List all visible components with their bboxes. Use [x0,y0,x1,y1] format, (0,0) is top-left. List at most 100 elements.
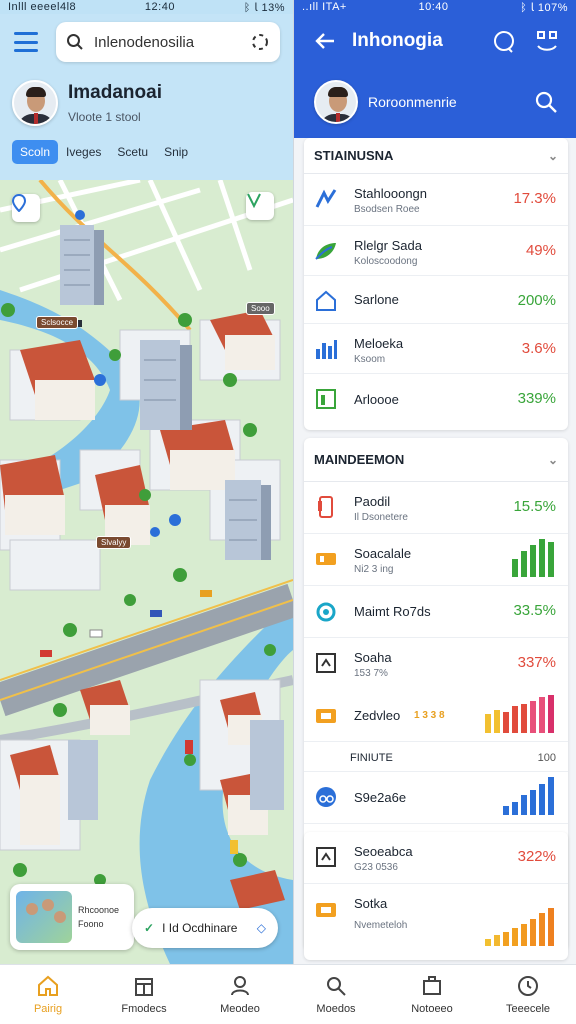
chip-2[interactable]: Scetu [109,140,156,164]
row-title: Stahlooongn [354,186,428,201]
bicycle-icon [316,787,336,807]
summary-card: Seoeabca G23 0536 322% Sotka Nvemeteloh [304,832,568,960]
status-bar-right: ..ıll ITA+ 10:40 ᛒ 𝗅 107% [294,0,576,14]
list-item[interactable]: Maimt Ro7ds 33.5% [304,586,568,638]
dashboard-body: STIAINUSNA ⌄ Stahlooongn Bsodsen Roee 17… [294,138,576,964]
nav-label: Pairig [33,1002,63,1015]
account-name: Roroonmenrie [368,94,457,110]
list-item[interactable]: Stahlooongn Bsodsen Roee 17.3% [304,174,568,226]
search-text: Inlenodenosilia [94,33,195,51]
menu-icon[interactable] [14,32,38,52]
stats-card: STIAINUSNA ⌄ Stahlooongn Bsodsen Roee 17… [304,138,568,430]
row-title: Soaha [354,650,392,665]
map-header: Inlenodenosilia Imadanoai Vloote 1 stool… [0,14,293,180]
list-item[interactable]: Soaha 153 7% 337% [304,638,568,690]
list-item[interactable]: Soacalale Ni2 3 ing [304,534,568,586]
mini-bar-chart [485,908,554,946]
search-input[interactable]: Inlenodenosilia [56,22,280,62]
profile-subtitle: Vloote 1 stool [68,110,141,124]
chart-bar [512,802,518,815]
home-icon [38,975,58,996]
chart-bar [503,806,509,815]
chart-bar [521,551,527,577]
box-icon [316,847,336,867]
row-value: 49% [525,242,556,259]
chip-0[interactable]: Scoln [12,140,59,164]
row-value: 17.3% [513,190,556,207]
location-pill[interactable]: ✓ I Id Ocdhinare ◇ [132,908,278,948]
chevron-down-icon[interactable]: ⌄ [548,453,558,467]
map-pin-button[interactable] [12,194,40,222]
chip-3[interactable]: Snip [156,140,196,164]
row-subtitle: 153 7% [354,668,388,679]
section-header[interactable]: STIAINUSNA ⌄ [304,138,568,174]
subsection-title: FINIUTE [350,752,393,764]
list-item[interactable]: S9e2a6e [304,772,568,824]
person-icon [231,975,249,995]
list-item[interactable]: Paodil Il Dsonetere 15.5% [304,482,568,534]
city-map[interactable]: Sclsocce Sooo Slvalyy Rhcoonoe Foono ✓ I… [0,180,293,964]
chart-bar [485,939,491,946]
folder-icon [316,903,336,917]
list-item[interactable]: Sarlone 200% [304,276,568,324]
chart-bar [539,913,545,946]
search-icon[interactable] [534,90,558,114]
nav-label: Moedos [316,1002,356,1015]
nav-item-briefcase[interactable]: Notoeeo [384,965,480,1024]
chart-bar [512,559,518,577]
chevron-down-icon[interactable]: ⌄ [548,149,558,163]
chart-bar [539,697,545,733]
back-arrow-icon[interactable] [314,30,336,52]
list-item[interactable]: Seoeabca G23 0536 322% [304,832,568,884]
row-value: 200% [517,292,556,309]
nav-item-calendar[interactable]: Fmodecs [96,965,192,1024]
row-title: Meloeka [354,336,404,351]
row-subtitle: Nvemeteloh [354,920,408,931]
list-item[interactable]: Rlelgr Sada Koloscoodong 49% [304,226,568,276]
row-title: Soacalale [354,546,412,561]
chart-icon [315,189,337,208]
chart-bar [539,539,545,577]
row-value: 15.5% [513,498,556,515]
row-title: Sarlone [354,292,399,307]
direction-button[interactable] [246,192,274,220]
chart-bar [485,714,491,733]
row-title: Arloooe [354,392,399,407]
mini-bar-chart [503,777,554,815]
nav-label: Fmodecs [121,1002,167,1015]
home-outline-icon [316,290,336,311]
briefcase-icon [423,975,441,995]
nav-item-search[interactable]: Moedos [288,965,384,1024]
search-icon [67,34,83,50]
account-avatar[interactable] [314,80,358,124]
chart-bar [521,795,527,815]
nav-item-home[interactable]: Pairig [0,965,96,1024]
battery-text-right: ᛒ 𝗅 107% [520,1,568,14]
list-item[interactable]: Sotka Nvemeteloh [304,884,568,954]
photo-caption-1: Foono [78,919,104,929]
check-icon: ✓ [144,921,155,935]
profile-block[interactable]: Imadanoai Vloote 1 stool [12,80,162,126]
chip-1[interactable]: Iveges [58,140,109,164]
carrier-text: Inlll eeeel4l8 [8,1,77,13]
list-item[interactable]: Arloooe 339% [304,374,568,426]
mini-bar-chart [512,539,554,577]
list-item[interactable]: Meloeka Ksoom 3.6% [304,324,568,374]
section-title: STIAINUSNA [314,148,394,163]
list-item[interactable]: Zedvleo 1 3 3 8 [304,690,568,742]
bar-chart-icon [316,340,337,359]
section-header[interactable]: MAINDEEMON ⌄ [304,438,568,482]
photo-card[interactable]: Rhcoonoe Foono [10,884,134,950]
location-text: I Id Ocdhinare [162,921,238,935]
chart-bar [530,790,536,815]
nav-item-clock[interactable]: Teeecele [480,965,576,1024]
row-subtitle: Koloscoodong [354,256,418,267]
locate-icon[interactable] [250,32,270,52]
nav-item-person[interactable]: Meodeo [192,965,288,1024]
folder-icon [316,709,336,723]
grid-icon[interactable] [536,30,558,52]
nav-label: Notoeeo [411,1002,453,1015]
row-value: 339% [517,390,556,407]
row-title: Seoeabca [354,844,413,859]
chat-icon[interactable] [492,30,516,54]
